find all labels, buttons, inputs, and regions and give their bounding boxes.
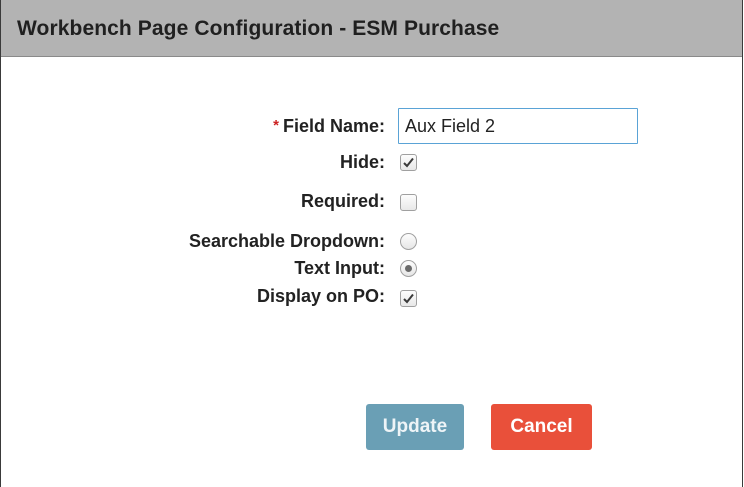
update-button[interactable]: Update (366, 404, 464, 450)
hide-label: Hide: (340, 152, 385, 172)
display-on-po-row: Display on PO: (1, 285, 742, 315)
field-name-label-text: Field Name: (282, 116, 385, 136)
searchable-dropdown-radio[interactable] (400, 233, 417, 250)
text-input-label: Text Input: (294, 258, 385, 278)
required-checkbox[interactable] (400, 194, 417, 211)
text-input-radio[interactable] (400, 260, 417, 277)
display-on-po-checkbox[interactable] (400, 290, 417, 307)
checkmark-icon (403, 157, 414, 168)
dialog-title: Workbench Page Configuration - ESM Purch… (17, 17, 500, 40)
hide-row: Hide: (1, 151, 742, 181)
searchable-dropdown-row: Searchable Dropdown: (1, 230, 742, 260)
field-name-row: * Field Name: (1, 108, 742, 144)
hide-checkbox[interactable] (400, 154, 417, 171)
workbench-config-dialog: Workbench Page Configuration - ESM Purch… (0, 0, 743, 487)
display-on-po-label: Display on PO: (256, 286, 385, 306)
searchable-dropdown-label: Searchable Dropdown: (188, 231, 385, 251)
dialog-titlebar: Workbench Page Configuration - ESM Purch… (1, 0, 742, 57)
radio-dot-icon (405, 265, 412, 272)
required-row: Required: (1, 190, 742, 220)
required-label: Required: (300, 191, 385, 211)
field-name-input[interactable] (398, 108, 638, 144)
field-name-label: * Field Name: (273, 115, 385, 139)
text-input-row: Text Input: (1, 257, 742, 287)
required-marker: * (273, 117, 279, 134)
cancel-button[interactable]: Cancel (491, 404, 592, 450)
checkmark-icon (403, 293, 414, 304)
